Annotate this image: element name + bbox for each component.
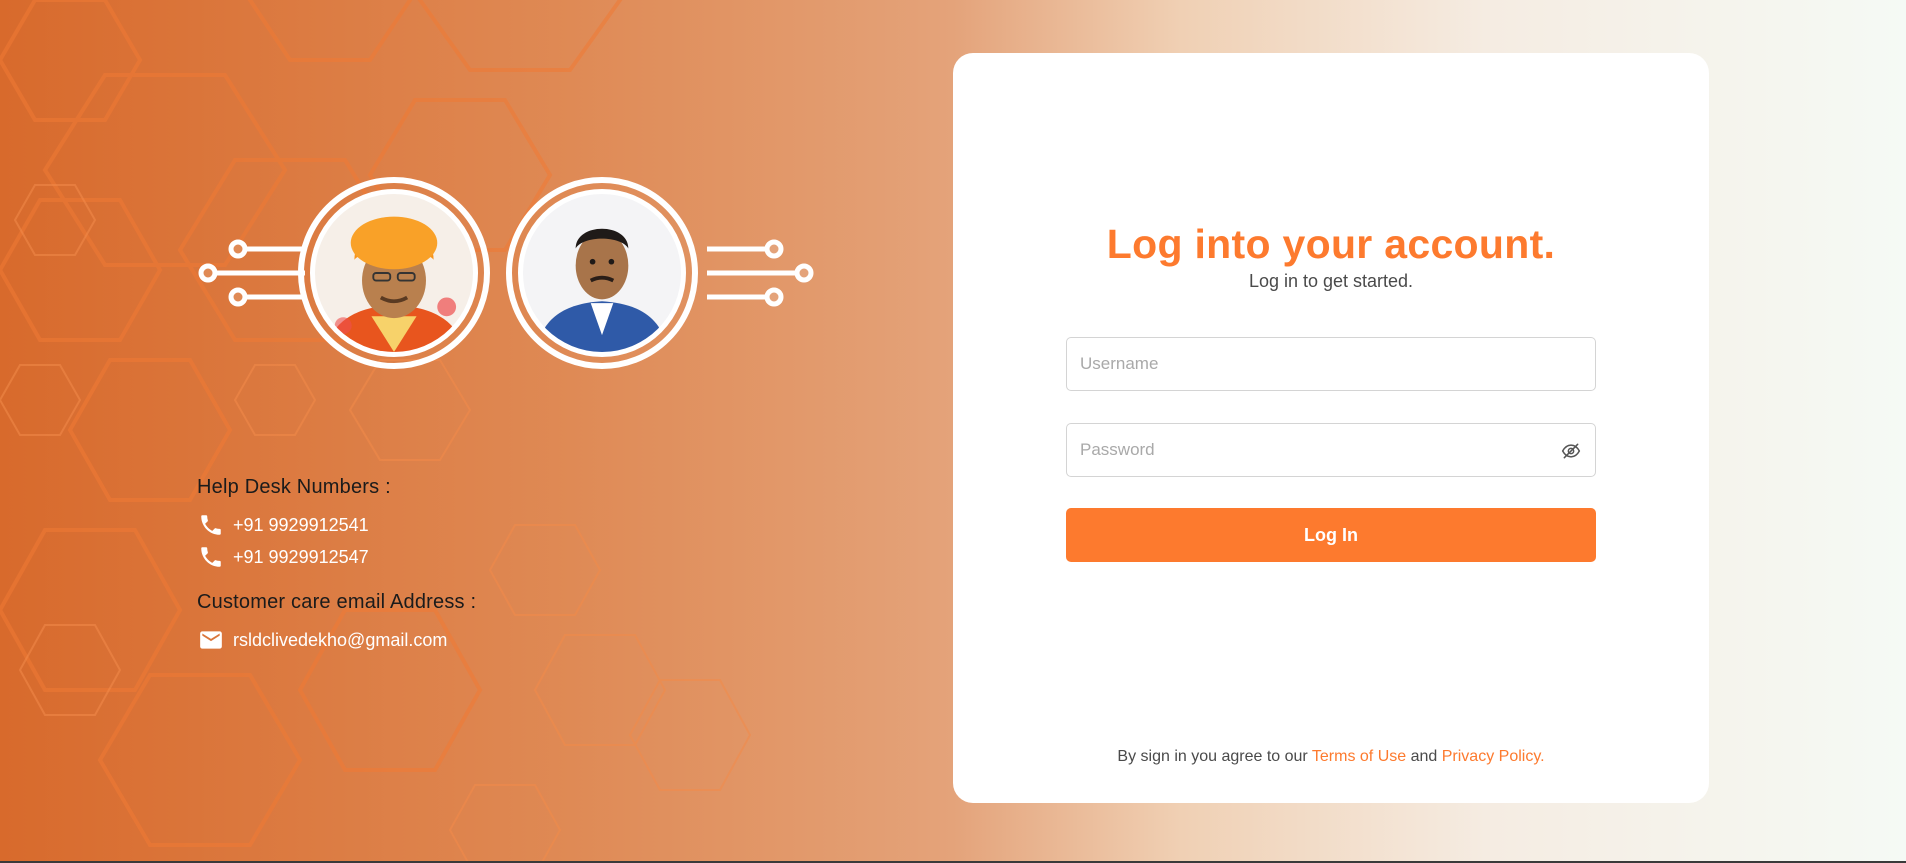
portrait-left-image	[315, 194, 473, 352]
helpdesk-heading: Help Desk Numbers :	[197, 476, 391, 498]
terms-of-use-link[interactable]: Terms of Use	[1312, 748, 1406, 765]
helpdesk-phone-2-number: +91 9929912547	[233, 546, 369, 567]
helpdesk-phone-1: +91 9929912541	[197, 509, 617, 541]
login-button[interactable]: Log In	[1066, 508, 1596, 562]
circuit-connector-left	[198, 239, 305, 307]
circuit-connector-right	[707, 239, 814, 307]
helpdesk-phone-2: +91 9929912547	[197, 541, 617, 573]
privacy-policy-link[interactable]: Privacy Policy.	[1442, 748, 1545, 765]
password-input[interactable]	[1067, 424, 1595, 476]
username-input[interactable]	[1067, 338, 1595, 390]
phone-icon	[197, 511, 225, 539]
mail-icon	[197, 626, 225, 654]
username-field-wrapper	[1066, 337, 1596, 391]
leaders-portraits	[190, 170, 830, 380]
terms-middle: and	[1406, 748, 1442, 765]
login-card: Log into your account. Log in to get sta…	[953, 53, 1709, 803]
portrait-right-image	[523, 194, 681, 352]
portrait-left	[298, 177, 490, 369]
helpdesk-section: Help Desk Numbers : +91 9929912541 +91 9…	[197, 476, 617, 656]
terms-prefix: By sign in you agree to our	[1117, 748, 1312, 765]
login-title: Log into your account.	[1106, 221, 1556, 267]
email-heading: Customer care email Address :	[197, 591, 477, 613]
eye-off-icon[interactable]	[1559, 439, 1583, 463]
portrait-right	[506, 177, 698, 369]
terms-notice: By sign in you agree to our Terms of Use…	[953, 748, 1709, 766]
helpdesk-email: rsldclivedekho@gmail.com	[197, 624, 617, 656]
helpdesk-email-address: rsldclivedekho@gmail.com	[233, 629, 448, 650]
phone-icon	[197, 543, 225, 571]
helpdesk-phone-1-number: +91 9929912541	[233, 514, 369, 535]
password-field-wrapper	[1066, 423, 1596, 477]
login-subtitle: Log in to get started.	[1248, 271, 1414, 291]
